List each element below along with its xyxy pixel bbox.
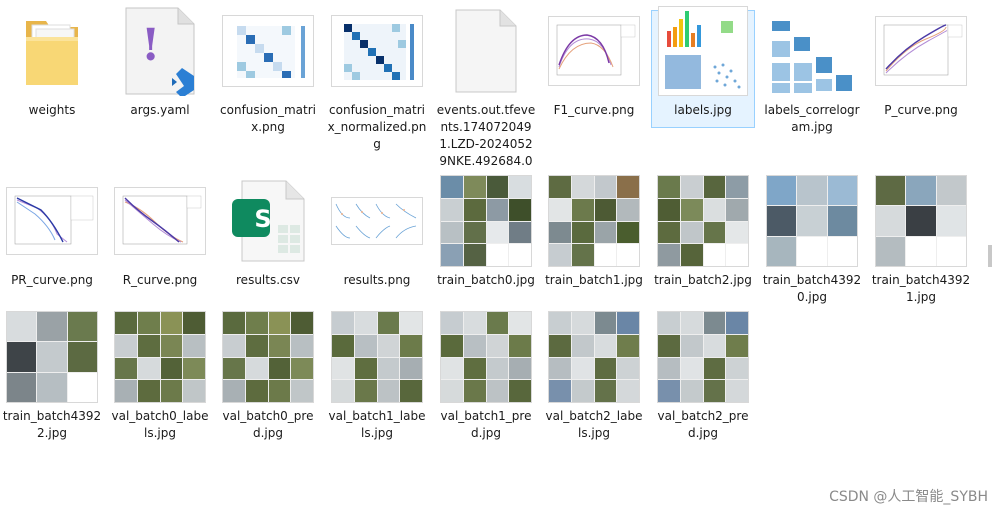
file-item-train-batch43920[interactable]: train_batch43920.jpg — [760, 176, 864, 306]
file-name: results.png — [343, 273, 411, 287]
file-name: train_batch43921.jpg — [871, 273, 971, 304]
file-item-pr-curve[interactable]: PR_curve.png — [0, 176, 104, 289]
file-name: labels.jpg — [674, 103, 732, 117]
file-item-labels[interactable]: labels.jpg — [651, 6, 755, 128]
file-item-labels-correlogram[interactable]: labels_correlogram.jpg — [760, 6, 864, 136]
train-batch1-thumbnail — [549, 176, 639, 266]
file-name: confusion_matrix.png — [220, 103, 316, 134]
file-name: val_batch2_pred.jpg — [657, 409, 749, 440]
file-item-val-batch2-labels[interactable]: val_batch2_labels.jpg — [542, 312, 646, 442]
labels-thumbnail — [658, 6, 748, 96]
file-name: train_batch2.jpg — [654, 273, 752, 287]
file-item-f1-curve[interactable]: F1_curve.png — [542, 6, 646, 119]
train-batch43921-thumbnail — [876, 176, 966, 266]
train-batch43920-thumbnail — [767, 176, 857, 266]
val-batch0-labels-thumbnail — [115, 312, 205, 402]
spreadsheet-icon: S — [223, 176, 313, 266]
file-item-train-batch0[interactable]: train_batch0.jpg — [434, 176, 538, 289]
results-thumbnail — [332, 176, 422, 266]
file-item-val-batch1-labels[interactable]: val_batch1_labels.jpg — [325, 312, 429, 442]
file-name: weights — [28, 103, 76, 117]
file-item-results-csv[interactable]: S results.csv — [216, 176, 320, 289]
pr-curve-thumbnail — [7, 176, 97, 266]
file-item-train-batch2[interactable]: train_batch2.jpg — [651, 176, 755, 289]
yaml-file-icon: ! — [115, 6, 205, 96]
f1-curve-thumbnail — [549, 6, 639, 96]
file-item-val-batch0-pred[interactable]: val_batch0_pred.jpg — [216, 312, 320, 442]
file-item-p-curve[interactable]: P_curve.png — [869, 6, 973, 119]
file-item-weights[interactable]: weights — [0, 6, 104, 119]
val-batch0-pred-thumbnail — [223, 312, 313, 402]
file-item-train-batch1[interactable]: train_batch1.jpg — [542, 176, 646, 289]
val-batch1-labels-thumbnail — [332, 312, 422, 402]
p-curve-thumbnail — [876, 6, 966, 96]
file-name: val_batch0_labels.jpg — [111, 409, 209, 440]
file-item-events-tfevents[interactable]: events.out.tfevents.1740720491.LZD-20240… — [434, 6, 538, 170]
file-name: PR_curve.png — [11, 273, 93, 287]
file-item-val-batch0-labels[interactable]: val_batch0_labels.jpg — [108, 312, 212, 442]
scrollbar-edge[interactable] — [988, 245, 992, 267]
train-batch43922-thumbnail — [7, 312, 97, 402]
file-name: val_batch0_pred.jpg — [222, 409, 314, 440]
file-name: R_curve.png — [122, 273, 198, 287]
file-name: train_batch0.jpg — [437, 273, 535, 287]
file-name: labels_correlogram.jpg — [764, 103, 860, 134]
confusion-matrix-thumbnail — [223, 6, 313, 96]
train-batch2-thumbnail — [658, 176, 748, 266]
file-item-confusion-matrix[interactable]: confusion_matrix.png — [216, 6, 320, 136]
file-item-val-batch1-pred[interactable]: val_batch1_pred.jpg — [434, 312, 538, 442]
watermark: CSDN @人工智能_SYBH — [829, 489, 988, 505]
confusion-matrix-normalized-thumbnail — [332, 6, 422, 96]
file-name: args.yaml — [130, 103, 190, 117]
file-item-train-batch43922[interactable]: train_batch43922.jpg — [0, 312, 104, 442]
file-name: confusion_matrix_normalized.png — [327, 103, 427, 151]
r-curve-thumbnail — [115, 176, 205, 266]
file-name: train_batch43920.jpg — [762, 273, 862, 304]
spreadsheet-glyph: S — [254, 205, 272, 233]
file-name: F1_curve.png — [553, 103, 635, 117]
file-item-r-curve[interactable]: R_curve.png — [108, 176, 212, 289]
file-name: train_batch43922.jpg — [2, 409, 102, 440]
file-name: val_batch2_labels.jpg — [545, 409, 643, 440]
file-name: val_batch1_labels.jpg — [328, 409, 426, 440]
file-name: events.out.tfevents.1740720491.LZD-20240… — [436, 103, 536, 168]
file-item-results-png[interactable]: results.png — [325, 176, 429, 289]
yaml-glyph: ! — [141, 20, 161, 71]
file-name: P_curve.png — [884, 103, 958, 117]
blank-file-icon — [441, 6, 531, 96]
train-batch0-thumbnail — [441, 176, 531, 266]
val-batch1-pred-thumbnail — [441, 312, 531, 402]
val-batch2-labels-thumbnail — [549, 312, 639, 402]
file-name: val_batch1_pred.jpg — [440, 409, 532, 440]
file-item-confusion-matrix-normalized[interactable]: confusion_matrix_normalized.png — [325, 6, 429, 153]
file-name: train_batch1.jpg — [545, 273, 643, 287]
file-name: results.csv — [236, 273, 300, 287]
file-item-args-yaml[interactable]: ! args.yaml — [108, 6, 212, 119]
folder-icon — [7, 6, 97, 96]
file-item-train-batch43921[interactable]: train_batch43921.jpg — [869, 176, 973, 306]
file-item-val-batch2-pred[interactable]: val_batch2_pred.jpg — [651, 312, 755, 442]
labels-correlogram-thumbnail — [767, 6, 857, 96]
val-batch2-pred-thumbnail — [658, 312, 748, 402]
